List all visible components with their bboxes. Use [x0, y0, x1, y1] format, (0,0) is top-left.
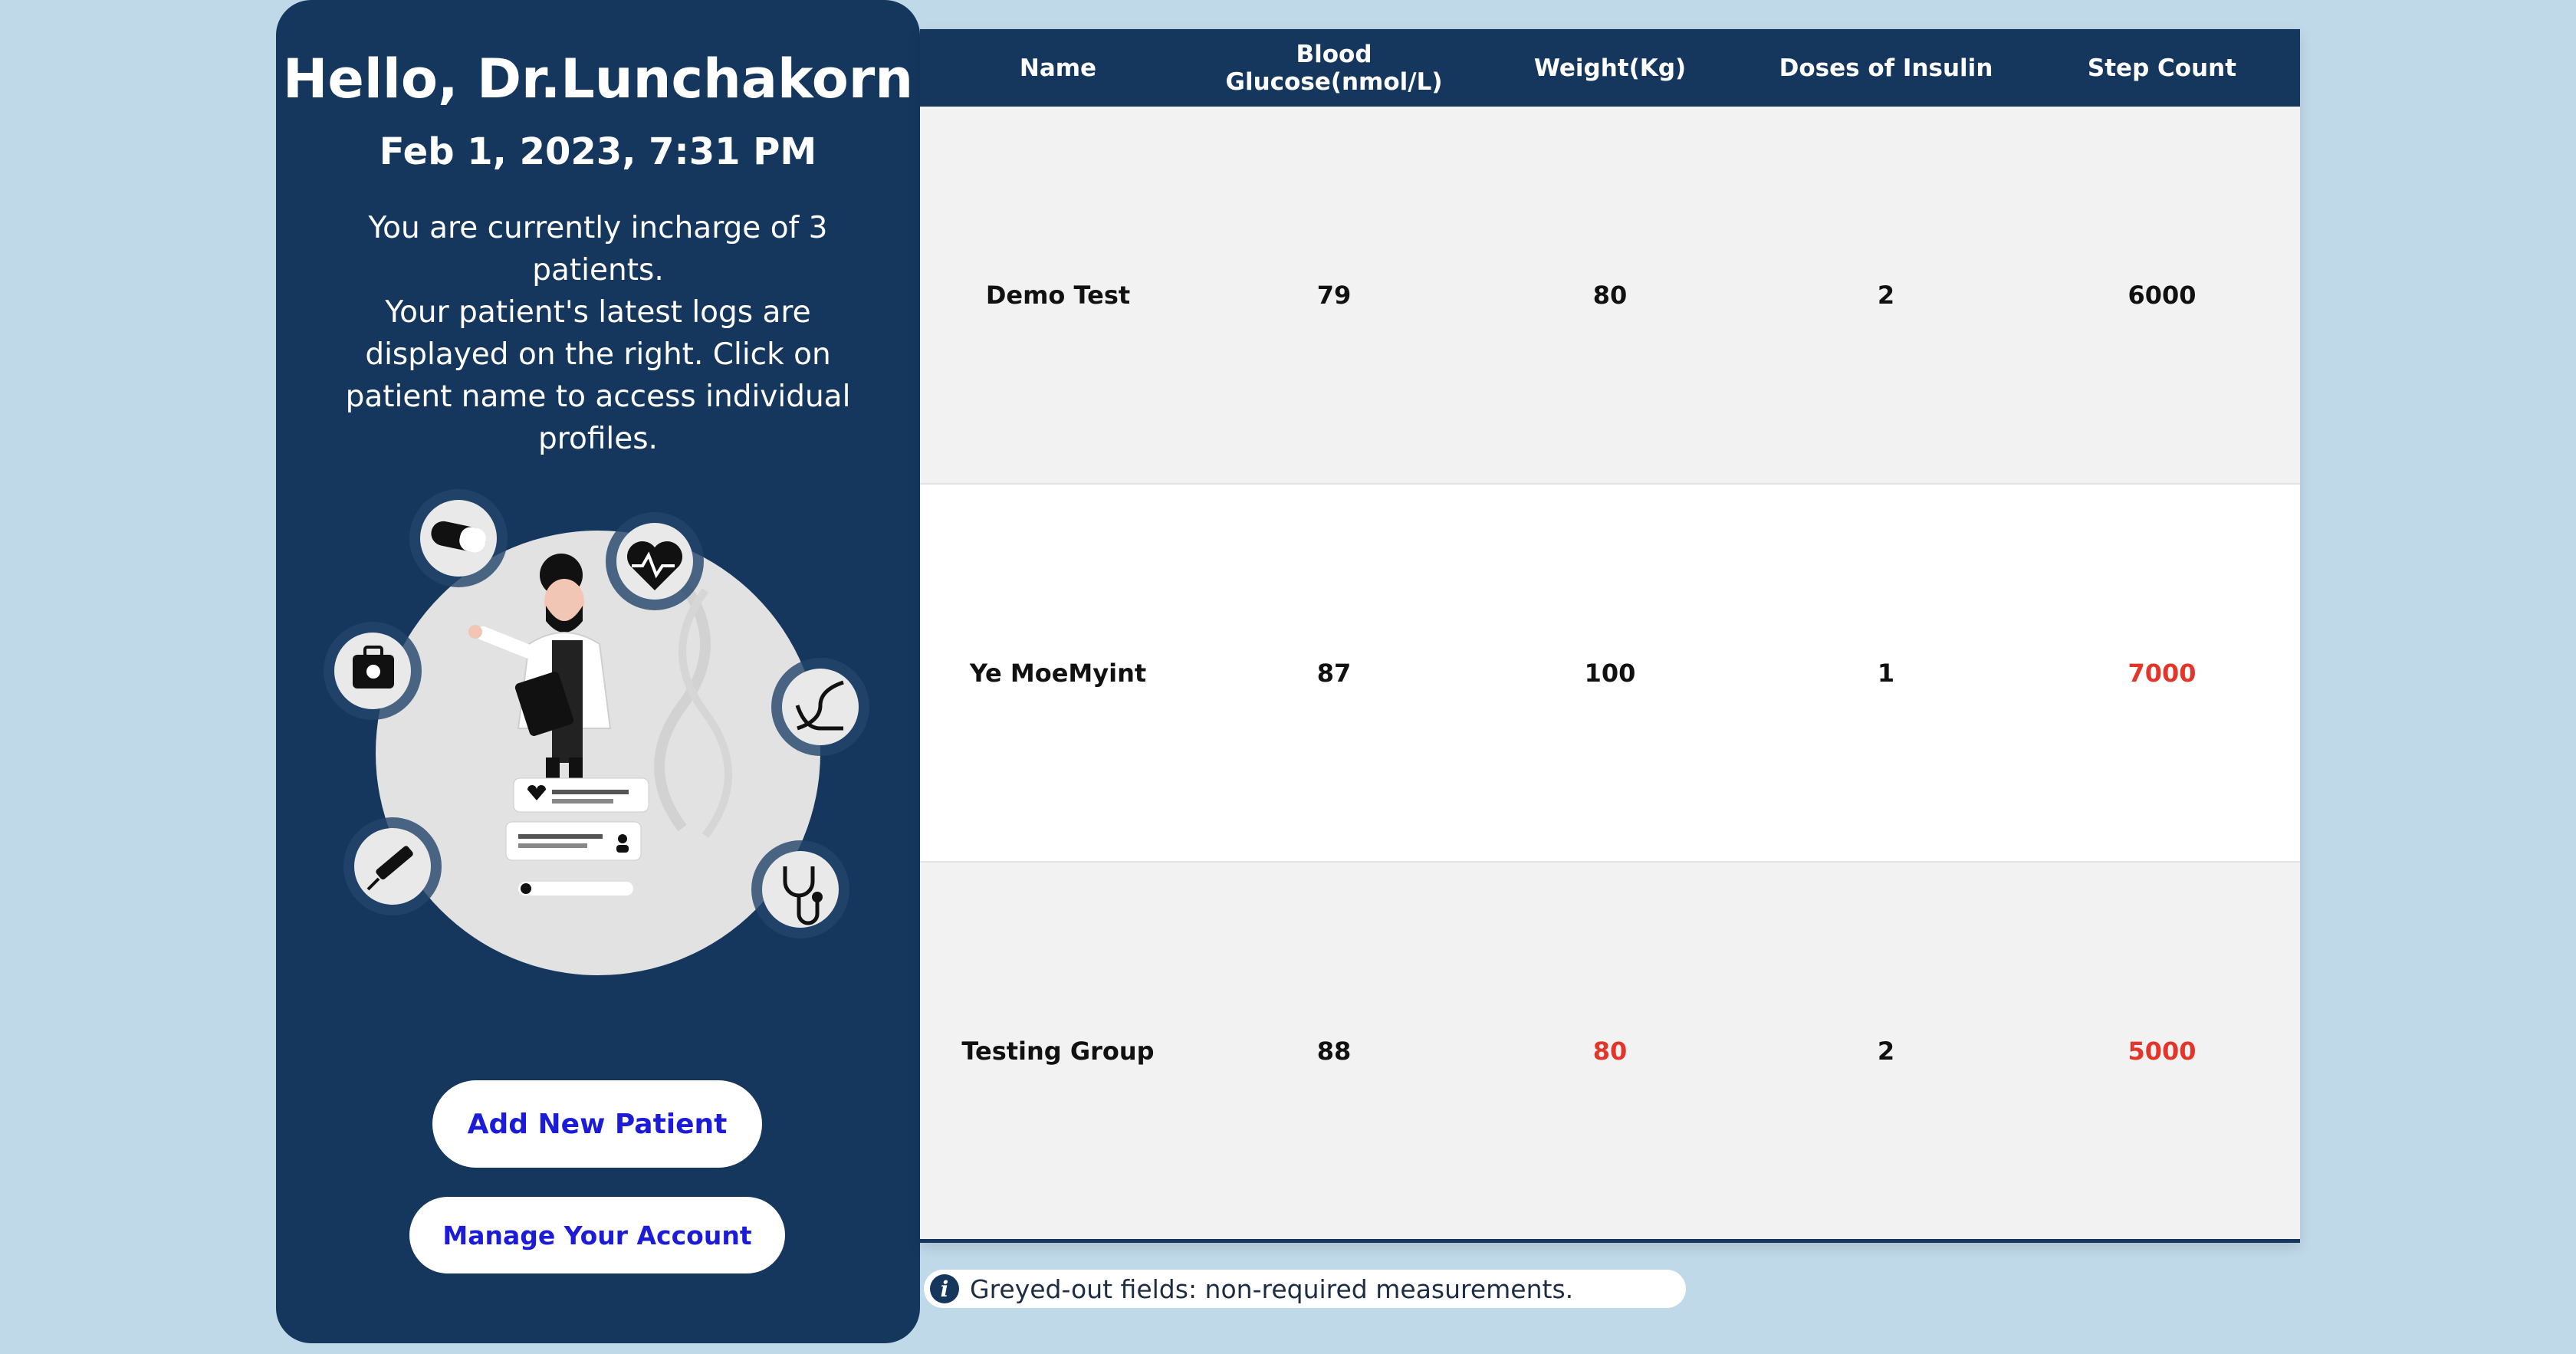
sidebar: Hello, Dr.Lunchakorn Feb 1, 2023, 7:31 P…: [276, 0, 920, 1343]
step-count-value: 6000: [2128, 280, 2196, 310]
medical-kit-icon: [324, 622, 422, 720]
illustration-circle: [376, 531, 820, 975]
heart-rate-icon: [606, 512, 704, 610]
patient-name-link[interactable]: Ye MoeMyint: [920, 659, 1196, 688]
weight-value: 80: [1592, 280, 1628, 310]
step-count-value: 5000: [2128, 1036, 2196, 1066]
table-row: Demo Test 79 80 2 6000: [920, 107, 2300, 485]
insulin-doses-value: 1: [1877, 658, 1895, 688]
syringe-icon: [343, 817, 442, 915]
greeting-title: Hello, Dr.Lunchakorn: [282, 48, 914, 110]
table-row: Ye MoeMyint 87 100 1 7000: [920, 485, 2300, 863]
patient-name-link[interactable]: Demo Test: [920, 281, 1196, 310]
description-line-patients: You are currently incharge of 3 patients…: [368, 211, 828, 288]
doctor-illustration: [322, 475, 874, 997]
info-icon: i: [930, 1274, 959, 1303]
patient-name-link[interactable]: Testing Group: [920, 1037, 1196, 1066]
step-count-value: 7000: [2128, 658, 2196, 688]
description-line-instructions: Your patient's latest logs are displayed…: [345, 295, 851, 456]
manage-account-button[interactable]: Manage Your Account: [409, 1197, 785, 1273]
weight-value: 100: [1584, 658, 1636, 688]
header-name: Name: [1019, 54, 1097, 82]
blood-glucose-value: 79: [1316, 280, 1352, 310]
dna-icon: [771, 658, 869, 756]
stethoscope-icon: [751, 840, 849, 938]
blood-glucose-value: 87: [1316, 658, 1352, 688]
add-new-patient-button[interactable]: Add New Patient: [432, 1080, 762, 1168]
legend-note: i Greyed-out fields: non-required measur…: [924, 1270, 1686, 1308]
blood-glucose-value: 88: [1316, 1036, 1352, 1066]
table-body: Demo Test 79 80 2 6000 Ye MoeMyint 87 10…: [920, 107, 2300, 1239]
insulin-doses-value: 2: [1877, 1036, 1895, 1066]
current-datetime: Feb 1, 2023, 7:31 PM: [379, 130, 817, 173]
header-insulin-doses: Doses of Insulin: [1779, 54, 1993, 82]
legend-note-text: Greyed-out fields: non-required measurem…: [970, 1273, 1574, 1304]
weight-value: 80: [1592, 1036, 1628, 1066]
table-header: Name Blood Glucose(nmol/L) Weight(Kg) Do…: [920, 29, 2300, 107]
pill-icon: [409, 489, 508, 587]
header-weight: Weight(Kg): [1533, 54, 1687, 82]
insulin-doses-value: 2: [1877, 280, 1895, 310]
header-blood-glucose: Blood Glucose(nmol/L): [1225, 40, 1443, 96]
table-row: Testing Group 88 80 2 5000: [920, 863, 2300, 1239]
patient-logs-table: Name Blood Glucose(nmol/L) Weight(Kg) Do…: [920, 29, 2300, 1243]
sidebar-description: You are currently incharge of 3 patients…: [345, 207, 851, 460]
header-step-count: Step Count: [2087, 54, 2237, 82]
